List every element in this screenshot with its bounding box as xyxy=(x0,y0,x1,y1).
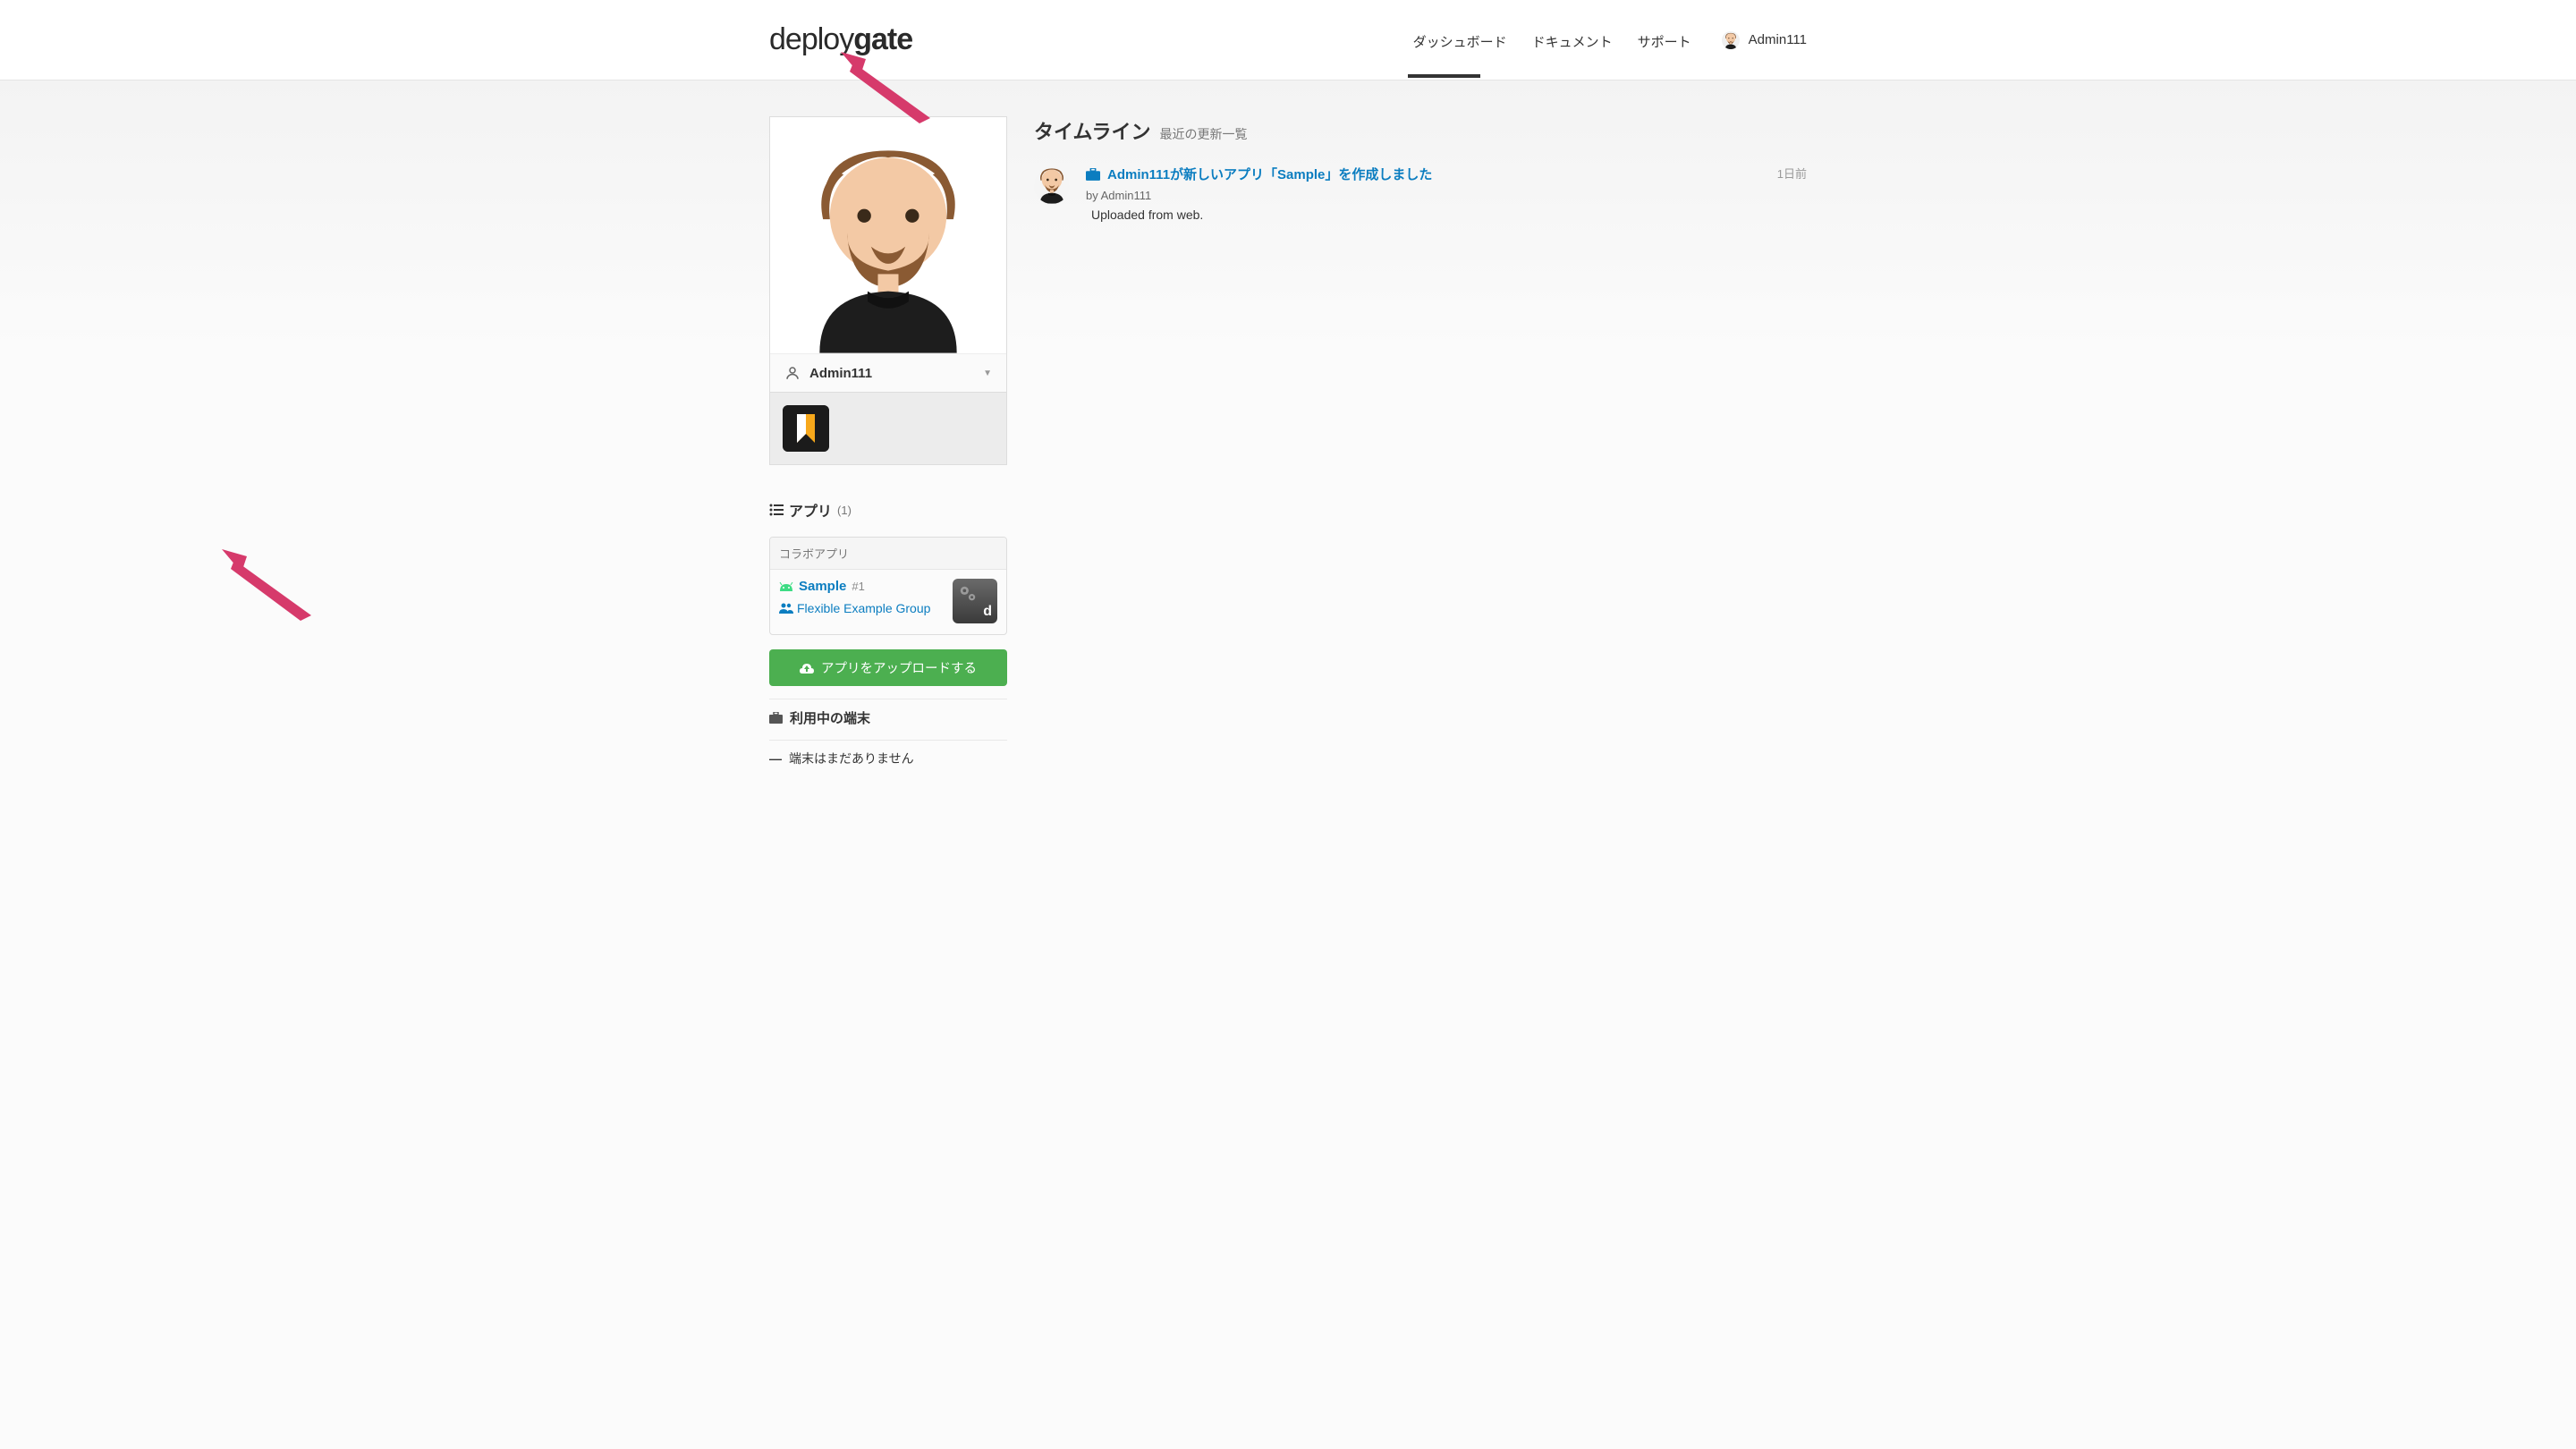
profile-name-dropdown[interactable]: Admin111 ▼ xyxy=(770,353,1006,392)
apps-card-header: コラボアプリ xyxy=(770,538,1006,570)
app-row[interactable]: Sample #1 Flexible Example Group xyxy=(770,570,1006,634)
app-group-name: Flexible Example Group xyxy=(797,601,930,615)
apps-label: アプリ xyxy=(789,499,832,521)
timeline-title-text: タイムライン xyxy=(1034,116,1150,145)
upload-icon xyxy=(800,662,814,674)
app-name: Sample xyxy=(799,579,846,594)
profile-avatar xyxy=(770,117,1006,353)
timeline-item-description: Uploaded from web. xyxy=(1091,208,1807,222)
briefcase-icon xyxy=(1086,168,1100,181)
org-icon xyxy=(783,405,829,452)
nav: ダッシュボード ドキュメント サポート Admin111 xyxy=(1413,3,1807,78)
users-icon xyxy=(779,603,793,614)
sidebar: Admin111 ▼ xyxy=(769,116,1007,767)
apps-count: (1) xyxy=(837,504,852,517)
profile-card: Admin111 ▼ xyxy=(769,116,1007,465)
user-menu[interactable]: Admin111 xyxy=(1722,31,1807,49)
avatar-icon xyxy=(1722,31,1740,49)
briefcase-icon xyxy=(769,712,783,724)
nav-dashboard[interactable]: ダッシュボード xyxy=(1413,3,1507,78)
main: タイムライン 最近の更新一覧 Admin111が新しいアプリ「Sample」を作… xyxy=(1034,116,1807,767)
apps-card: コラボアプリ Sample #1 xyxy=(769,537,1007,635)
timeline-subtitle: 最近の更新一覧 xyxy=(1159,125,1247,143)
chevron-down-icon: ▼ xyxy=(983,369,992,378)
upload-button-label: アプリをアップロードする xyxy=(821,658,977,677)
org-row[interactable] xyxy=(770,392,1006,464)
logo-suffix: gate xyxy=(853,22,912,56)
timeline-item: Admin111が新しいアプリ「Sample」を作成しました 1日前 by Ad… xyxy=(1034,165,1807,222)
android-icon xyxy=(779,582,793,591)
timeline-item-byline: by Admin111 xyxy=(1086,189,1807,202)
devices-empty-text: 端末はまだありません xyxy=(789,750,914,767)
timeline-item-link[interactable]: Admin111が新しいアプリ「Sample」を作成しました xyxy=(1086,165,1432,183)
app-thumbnail: d xyxy=(953,579,997,623)
profile-username: Admin111 xyxy=(809,366,872,381)
d-letter-icon: d xyxy=(983,604,992,620)
devices-section-title: 利用中の端末 xyxy=(769,699,1007,727)
timeline-item-headline: Admin111が新しいアプリ「Sample」を作成しました xyxy=(1107,165,1432,183)
logo[interactable]: deploygate xyxy=(769,22,912,57)
user-name: Admin111 xyxy=(1749,32,1807,47)
header: deploygate ダッシュボード ドキュメント サポート Admin111 xyxy=(0,0,2576,80)
gears-icon xyxy=(958,584,978,604)
app-version: #1 xyxy=(852,580,864,593)
devices-empty-row: — 端末はまだありません xyxy=(769,740,1007,767)
nav-support[interactable]: サポート xyxy=(1638,3,1691,78)
dash-icon: — xyxy=(769,751,782,766)
user-icon xyxy=(784,365,801,381)
timeline-avatar xyxy=(1034,168,1070,204)
devices-label: 利用中の端末 xyxy=(790,708,870,727)
timeline-heading: タイムライン 最近の更新一覧 xyxy=(1034,116,1807,145)
app-group-link[interactable]: Flexible Example Group xyxy=(779,601,930,615)
nav-documents[interactable]: ドキュメント xyxy=(1532,3,1613,78)
logo-prefix: deploy xyxy=(769,22,853,56)
apps-section-title: アプリ (1) xyxy=(769,499,1007,521)
upload-app-button[interactable]: アプリをアップロードする xyxy=(769,649,1007,686)
timeline-item-time: 1日前 xyxy=(1777,165,1807,182)
list-icon xyxy=(769,504,784,516)
